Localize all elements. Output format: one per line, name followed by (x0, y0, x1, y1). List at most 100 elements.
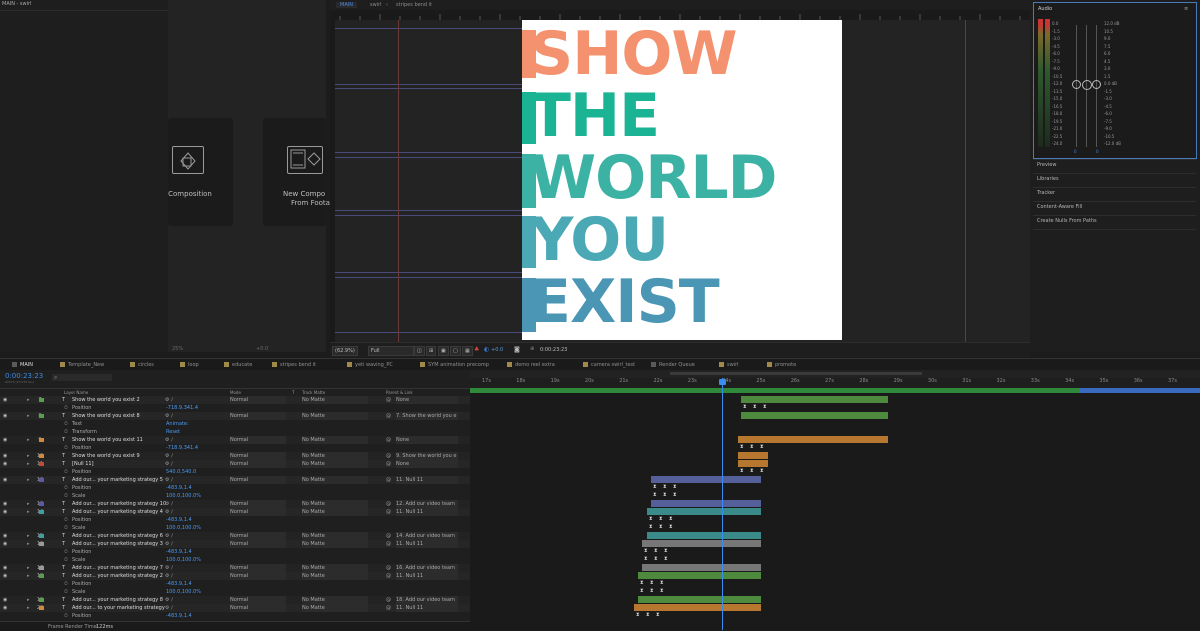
timeline-tab[interactable]: educate (232, 362, 252, 368)
label-color-swatch[interactable] (39, 534, 44, 538)
keyframe-icon[interactable]: ⧗ (650, 580, 654, 586)
keyframe-icon[interactable]: ⧗ (740, 468, 744, 474)
parent-dropdown[interactable]: 12. Add our video team (396, 500, 458, 508)
stopwatch-icon[interactable]: ⏱ (64, 548, 68, 556)
parent-dropdown[interactable]: 7. Show the world you e (396, 412, 458, 420)
visibility-eye-icon[interactable]: ◉ (3, 396, 7, 404)
layer-row[interactable]: ◉▸19TAdd our... your marketing strategy … (0, 596, 470, 604)
layer-row[interactable]: ◉▸16TAdd our... your marketing strategy … (0, 540, 470, 548)
header-parent[interactable]: Parent & Link (386, 390, 413, 395)
property-row[interactable]: ⏱ Position -718.9,341.4 (0, 404, 470, 412)
resolution-dropdown[interactable]: Full (368, 346, 414, 356)
work-area-bar[interactable] (470, 370, 1200, 378)
keyframe-icon[interactable]: ⧗ (753, 404, 757, 410)
keyframe-icon[interactable]: ⧗ (743, 404, 747, 410)
timeline-timecode[interactable]: 0:00:23:23 (5, 372, 43, 380)
parent-dropdown[interactable]: 11. Null 11 (396, 540, 458, 548)
property-row[interactable]: ⏱ Transform Reset (0, 428, 470, 436)
transparency-icon[interactable]: ▦ (462, 346, 473, 356)
keyframe-icon[interactable]: ⧗ (740, 444, 744, 450)
timeline-tab[interactable]: MAIN (20, 362, 33, 368)
expand-arrow-icon[interactable]: ▸ (27, 412, 30, 420)
keyframe-icon[interactable]: ⧗ (656, 612, 660, 618)
stopwatch-icon[interactable]: ⏱ (64, 428, 68, 436)
layer-row[interactable]: ◉▸11T[Null 11]⚙ ∕NormalNo Matte@None (0, 460, 470, 468)
property-row[interactable]: ⏱ Position -483.9,1.4 (0, 484, 470, 492)
property-value[interactable]: 540.0,540.0 (166, 468, 196, 476)
pickwhip-icon[interactable]: @ (386, 540, 391, 548)
pickwhip-icon[interactable]: @ (386, 452, 391, 460)
property-row[interactable]: ⏱ Scale 100.0,100.0% (0, 556, 470, 564)
property-value[interactable]: 100.0,100.0% (166, 524, 201, 532)
layer-switches-icon[interactable]: ⚙ ∕ (165, 500, 173, 508)
keyframe-icon[interactable]: ⧗ (646, 612, 650, 618)
layer-switches-icon[interactable]: ⚙ ∕ (165, 508, 173, 516)
keyframe-icon[interactable]: ⧗ (640, 580, 644, 586)
property-row[interactable]: ⏱ Text Animate: (0, 420, 470, 428)
snapshot-icon[interactable]: ◫ (414, 346, 425, 356)
pickwhip-icon[interactable]: @ (386, 396, 391, 404)
viewer-tab-swirl[interactable]: swirl (370, 2, 382, 8)
keyframe-icon[interactable]: ⧗ (659, 524, 663, 530)
parent-dropdown[interactable]: 11. Null 11 (396, 476, 458, 484)
pickwhip-icon[interactable]: @ (386, 596, 391, 604)
visibility-eye-icon[interactable]: ◉ (3, 564, 7, 572)
property-value[interactable]: 100.0,100.0% (166, 588, 201, 596)
visibility-eye-icon[interactable]: ◉ (3, 500, 7, 508)
layer-switches-icon[interactable]: ⚙ ∕ (165, 564, 173, 572)
header-track-matte[interactable]: Track Matte (302, 390, 325, 395)
keyframe-icon[interactable]: ⧗ (660, 580, 664, 586)
layer-duration-bar[interactable] (638, 596, 761, 603)
visibility-eye-icon[interactable]: ◉ (3, 452, 7, 460)
parent-dropdown[interactable]: None (396, 460, 458, 468)
mode-dropdown[interactable]: Normal (230, 412, 286, 420)
layer-switches-icon[interactable]: ⚙ ∕ (165, 604, 173, 612)
keyframe-icon[interactable]: ⧗ (673, 484, 677, 490)
property-row[interactable]: ⏱ Position 540.0,540.0 (0, 468, 470, 476)
header-mode[interactable]: Mode (230, 390, 241, 395)
pickwhip-icon[interactable]: @ (386, 460, 391, 468)
visibility-eye-icon[interactable]: ◉ (3, 532, 7, 540)
layer-row[interactable]: ◉▸18TAdd our... your marketing strategy … (0, 572, 470, 580)
expand-arrow-icon[interactable]: ▸ (27, 532, 30, 540)
work-area-range[interactable] (670, 372, 922, 375)
property-row[interactable]: ⏱ Scale 100.0,100.0% (0, 492, 470, 500)
property-value[interactable]: -483.9,1.4 (166, 484, 192, 492)
keyframe-icon[interactable]: ⧗ (663, 484, 667, 490)
layer-row[interactable]: ◉▸20TAdd our... to your marketing strate… (0, 604, 470, 612)
property-row[interactable]: ⏱ Position -483.9,1.4 (0, 516, 470, 524)
layer-switches-icon[interactable]: ⚙ ∕ (165, 460, 173, 468)
stopwatch-icon[interactable]: ⏱ (64, 484, 68, 492)
property-value[interactable]: -483.9,1.4 (166, 548, 192, 556)
zoom-dropdown[interactable]: (62.9%) (332, 346, 358, 356)
new-composition-tile[interactable]: Composition (168, 118, 233, 226)
timeline-tab[interactable]: Render Queue (659, 362, 695, 368)
parent-dropdown[interactable]: 11. Null 11 (396, 604, 458, 612)
viewer-tab-stripes[interactable]: stripes bend it (396, 2, 432, 8)
layer-row[interactable]: ◉▸13TAdd our... your marketing strategy … (0, 500, 470, 508)
playhead-handle[interactable] (719, 379, 726, 385)
timeline-tab[interactable]: yeti waving_PC (355, 362, 393, 368)
layer-duration-bar[interactable] (651, 500, 761, 507)
layer-switches-icon[interactable]: ⚙ ∕ (165, 436, 173, 444)
new-composition-from-footage-tile[interactable]: New Compo From Foota (263, 118, 330, 226)
layer-switches-icon[interactable]: ⚙ ∕ (165, 540, 173, 548)
keyframe-icon[interactable]: ⧗ (653, 492, 657, 498)
header-layer-name[interactable]: Layer Name (64, 390, 88, 395)
panel-menu-icon[interactable]: ≡ (1184, 6, 1188, 12)
property-value[interactable]: -483.9,1.4 (166, 612, 192, 620)
label-color-swatch[interactable] (39, 398, 44, 402)
layer-row[interactable]: ◉▸10TShow the world you exist 9⚙ ∕Normal… (0, 452, 470, 460)
label-color-swatch[interactable] (39, 606, 44, 610)
property-row[interactable]: ⏱ Position -483.9,1.4 (0, 612, 470, 620)
visibility-eye-icon[interactable]: ◉ (3, 476, 7, 484)
pickwhip-icon[interactable]: @ (386, 436, 391, 444)
label-color-swatch[interactable] (39, 438, 44, 442)
expand-arrow-icon[interactable]: ▸ (27, 540, 30, 548)
pickwhip-icon[interactable]: @ (386, 564, 391, 572)
layer-duration-bar[interactable] (741, 396, 888, 403)
label-color-swatch[interactable] (39, 502, 44, 506)
layer-name[interactable]: Show the world you exist 9 (72, 452, 140, 460)
label-color-swatch[interactable] (39, 566, 44, 570)
keyframe-icon[interactable]: ⧗ (760, 444, 764, 450)
